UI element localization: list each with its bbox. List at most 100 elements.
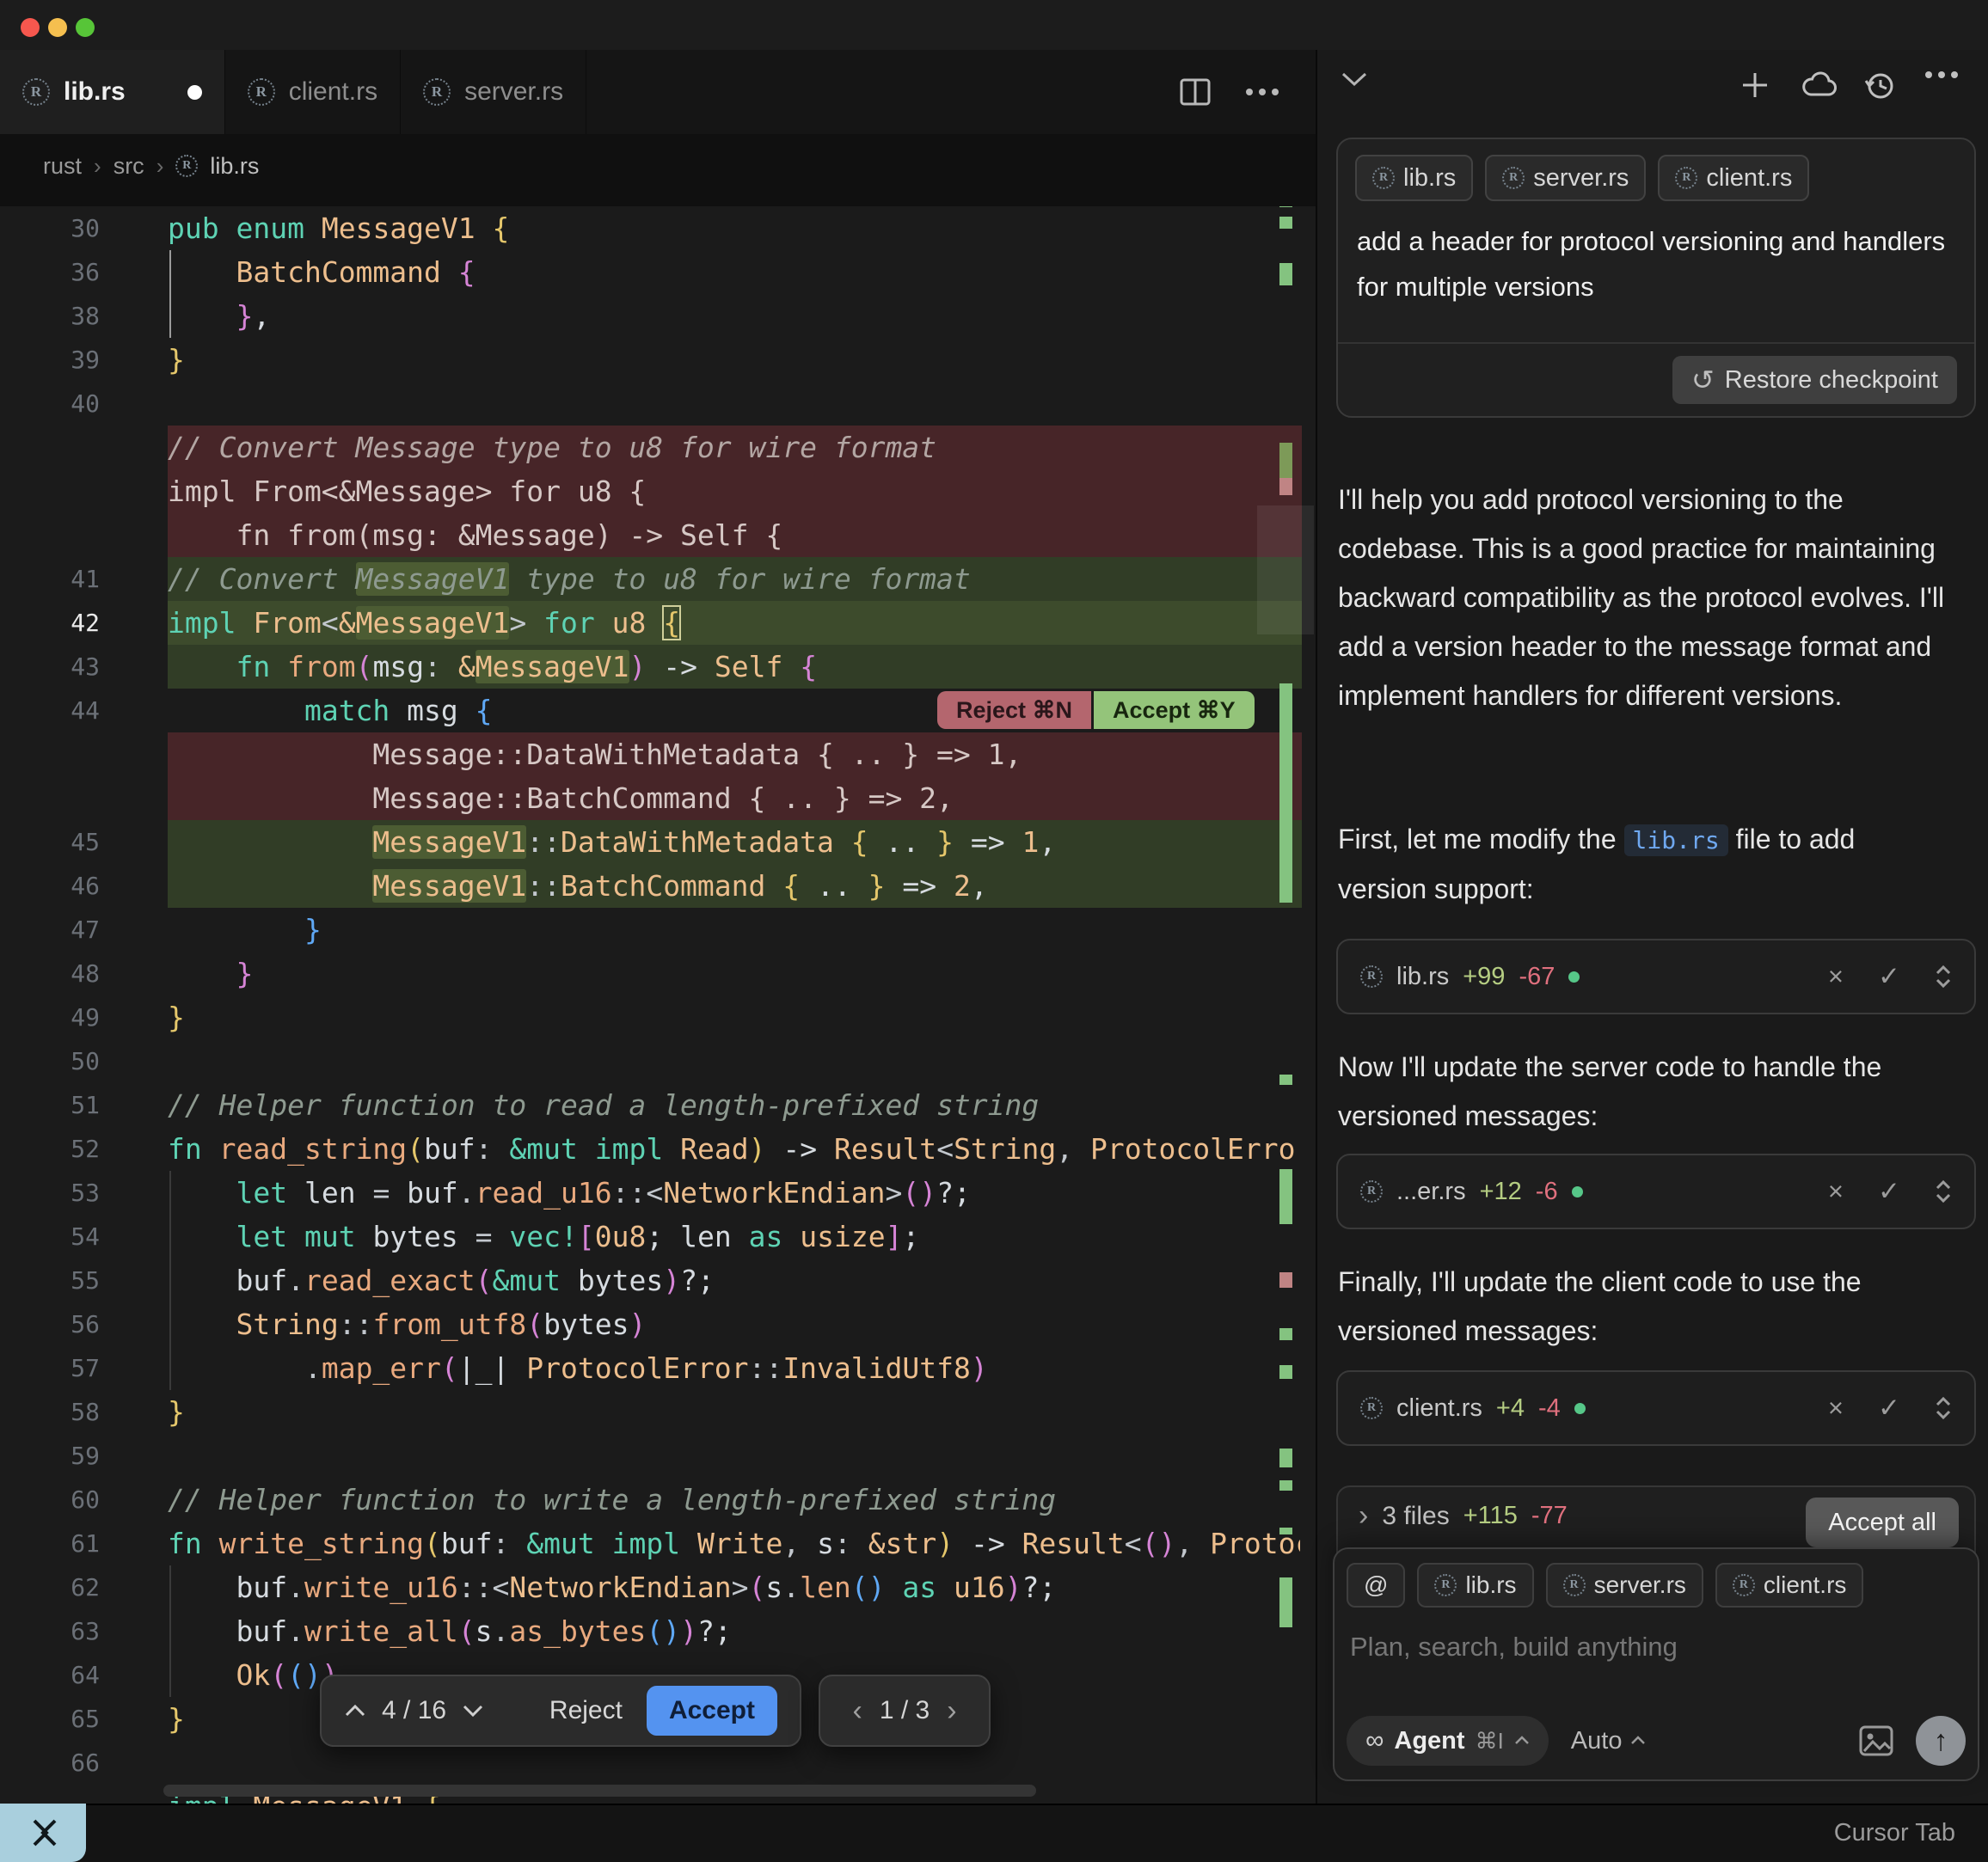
code-text[interactable]: Message::BatchCommand { .. } => 2, xyxy=(168,776,1300,820)
attach-image-icon[interactable] xyxy=(1859,1725,1893,1756)
reject-file-icon[interactable]: × xyxy=(1828,961,1844,992)
accept-file-icon[interactable]: ✓ xyxy=(1878,961,1900,992)
split-editor-icon[interactable] xyxy=(1180,78,1211,106)
code-text[interactable]: Message::DataWithMetadata { .. } => 1, xyxy=(168,732,1300,776)
expand-files-icon[interactable]: › xyxy=(1359,1499,1368,1533)
reject-file-icon[interactable]: × xyxy=(1828,1393,1844,1424)
restore-checkpoint-button[interactable]: ↺ Restore checkpoint xyxy=(1672,356,1957,404)
tab-lib-rs[interactable]: R lib.rs xyxy=(0,50,225,134)
code-line[interactable]: 59 xyxy=(0,1434,1316,1478)
code-line[interactable]: 47 } xyxy=(0,908,1316,952)
code-text[interactable]: // Convert MessageV1 type to u8 for wire… xyxy=(168,557,1300,601)
code-text[interactable]: String::from_utf8(bytes) xyxy=(168,1302,1300,1346)
reject-button[interactable]: Reject xyxy=(549,1696,623,1725)
accept-file-icon[interactable]: ✓ xyxy=(1878,1393,1900,1424)
code-line[interactable]: 61fn write_string(buf: &mut impl Write, … xyxy=(0,1522,1316,1565)
code-line[interactable]: 46 MessageV1::BatchCommand { .. } => 2, xyxy=(0,864,1316,908)
code-line[interactable]: 40 xyxy=(0,382,1316,426)
cloud-icon[interactable] xyxy=(1801,70,1838,98)
code-text[interactable]: buf.write_u16::<NetworkEndian>(s.len() a… xyxy=(168,1565,1300,1609)
composer-input[interactable]: Plan, search, build anything xyxy=(1350,1632,1678,1663)
code-text[interactable]: BatchCommand { xyxy=(168,250,1300,294)
code-line[interactable]: // Convert Message type to u8 for wire f… xyxy=(0,426,1316,469)
accept-button[interactable]: Accept xyxy=(647,1686,777,1736)
accept-file-icon[interactable]: ✓ xyxy=(1878,1176,1900,1207)
inline-code-chip[interactable]: lib.rs xyxy=(1624,824,1728,856)
code-text[interactable]: impl From<&MessageV1> for u8 { xyxy=(168,601,1300,645)
code-line[interactable]: impl From<&Message> for u8 { xyxy=(0,469,1316,513)
inline-reject-button[interactable]: Reject ⌘N xyxy=(937,691,1091,729)
diff-card-lib-rs[interactable]: R lib.rs +99 -67 × ✓ xyxy=(1336,939,1976,1014)
context-pill-lib-rs[interactable]: Rlib.rs xyxy=(1355,155,1473,201)
diff-card-server-rs[interactable]: R ...er.rs +12 -6 × ✓ xyxy=(1336,1154,1976,1229)
code-line[interactable]: fn from(msg: &Message) -> Self { xyxy=(0,513,1316,557)
code-text[interactable]: let mut bytes = vec![0u8; len as usize]; xyxy=(168,1215,1300,1259)
code-line[interactable]: 49} xyxy=(0,995,1316,1039)
code-text[interactable]: fn write_string(buf: &mut impl Write, s:… xyxy=(168,1522,1300,1565)
history-icon[interactable] xyxy=(1864,70,1895,101)
code-line[interactable]: 51// Helper function to read a length-pr… xyxy=(0,1083,1316,1127)
code-editor[interactable]: 30pub enum MessageV1 {36 BatchCommand {3… xyxy=(0,206,1316,1804)
chat-more-icon[interactable] xyxy=(1924,70,1959,79)
editor-more-icon[interactable] xyxy=(1245,88,1279,96)
code-text[interactable] xyxy=(168,1434,1300,1478)
code-line[interactable]: 43 fn from(msg: &MessageV1) -> Self { xyxy=(0,645,1316,689)
collapse-chat-icon[interactable] xyxy=(1340,70,1369,88)
code-line[interactable]: 53 let len = buf.read_u16::<NetworkEndia… xyxy=(0,1171,1316,1215)
new-chat-icon[interactable] xyxy=(1740,70,1770,100)
code-text[interactable]: // Helper function to write a length-pre… xyxy=(168,1478,1300,1522)
code-line[interactable]: 52fn read_string(buf: &mut impl Read) ->… xyxy=(0,1127,1316,1171)
code-text[interactable]: } xyxy=(168,338,1300,382)
agent-mode-selector[interactable]: ∞ Agent ⌘I xyxy=(1347,1716,1549,1766)
code-text[interactable]: buf.read_exact(&mut bytes)?; xyxy=(168,1259,1300,1302)
code-text[interactable]: let len = buf.read_u16::<NetworkEndian>(… xyxy=(168,1171,1300,1215)
code-text[interactable] xyxy=(168,1741,1300,1785)
code-text[interactable]: // Helper function to read a length-pref… xyxy=(168,1083,1300,1127)
code-text[interactable]: } xyxy=(168,952,1300,995)
code-line[interactable]: 50 xyxy=(0,1039,1316,1083)
context-pill-client-rs[interactable]: Rclient.rs xyxy=(1658,155,1809,201)
code-line[interactable]: 66 xyxy=(0,1741,1316,1785)
code-line[interactable]: 55 buf.read_exact(&mut bytes)?; xyxy=(0,1259,1316,1302)
inline-accept-button[interactable]: Accept ⌘Y xyxy=(1094,691,1255,729)
breadcrumb-item[interactable]: lib.rs xyxy=(210,153,259,180)
code-text[interactable]: } xyxy=(168,1390,1300,1434)
minimize-window-button[interactable] xyxy=(48,18,67,37)
breadcrumb-item[interactable]: rust xyxy=(43,153,82,180)
next-file-icon[interactable]: › xyxy=(947,1694,956,1728)
code-text[interactable] xyxy=(168,1039,1300,1083)
code-text[interactable]: MessageV1::DataWithMetadata { .. } => 1, xyxy=(168,820,1300,864)
prev-diff-icon[interactable] xyxy=(344,1704,366,1718)
tab-server-rs[interactable]: R server.rs xyxy=(401,50,586,134)
code-line[interactable]: 60// Helper function to write a length-p… xyxy=(0,1478,1316,1522)
send-button[interactable]: ↑ xyxy=(1916,1716,1966,1766)
breadcrumb[interactable]: rust › src › R lib.rs xyxy=(43,144,259,187)
code-text[interactable]: // Convert Message type to u8 for wire f… xyxy=(168,426,1300,469)
code-text[interactable]: fn from(msg: &MessageV1) -> Self { xyxy=(168,645,1300,689)
horizontal-scrollbar[interactable] xyxy=(163,1785,1036,1797)
prev-file-icon[interactable]: ‹ xyxy=(852,1694,862,1728)
panel-toggle-button[interactable] xyxy=(0,1804,86,1862)
code-line[interactable]: 48 } xyxy=(0,952,1316,995)
code-text[interactable]: .map_err(|_| ProtocolError::InvalidUtf8) xyxy=(168,1346,1300,1390)
composer-pill-server-rs[interactable]: Rserver.rs xyxy=(1546,1563,1703,1608)
code-line[interactable]: 58} xyxy=(0,1390,1316,1434)
composer-pill-lib-rs[interactable]: Rlib.rs xyxy=(1417,1563,1533,1608)
code-text[interactable] xyxy=(168,382,1300,426)
code-line[interactable]: 39} xyxy=(0,338,1316,382)
maximize-window-button[interactable] xyxy=(76,18,95,37)
add-context-button[interactable]: @ xyxy=(1347,1563,1405,1608)
expand-file-icon[interactable] xyxy=(1935,1179,1952,1204)
code-text[interactable]: fn from(msg: &Message) -> Self { xyxy=(168,513,1300,557)
editor-scrollbar[interactable] xyxy=(1257,505,1314,634)
tab-client-rs[interactable]: R client.rs xyxy=(225,50,401,134)
code-line[interactable]: 54 let mut bytes = vec![0u8; len as usiz… xyxy=(0,1215,1316,1259)
code-text[interactable]: }, xyxy=(168,294,1300,338)
code-line[interactable]: 44 match msg {Reject ⌘NAccept ⌘Y xyxy=(0,689,1316,732)
code-line[interactable]: 63 buf.write_all(s.as_bytes())?; xyxy=(0,1609,1316,1653)
code-line[interactable]: 57 .map_err(|_| ProtocolError::InvalidUt… xyxy=(0,1346,1316,1390)
breadcrumb-item[interactable]: src xyxy=(114,153,144,180)
code-line[interactable]: 30pub enum MessageV1 { xyxy=(0,206,1316,250)
next-diff-icon[interactable] xyxy=(462,1704,484,1718)
expand-file-icon[interactable] xyxy=(1935,1395,1952,1421)
